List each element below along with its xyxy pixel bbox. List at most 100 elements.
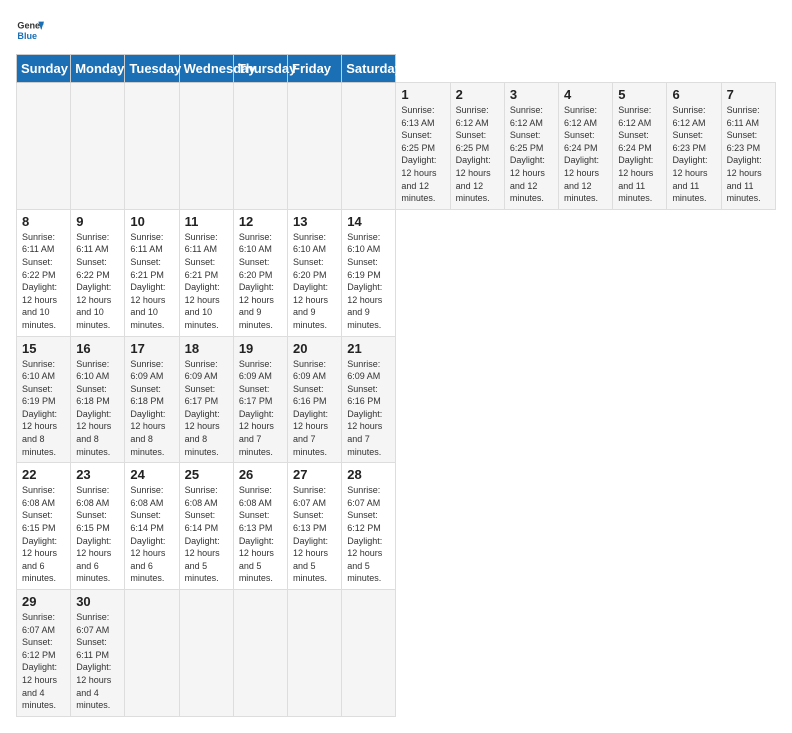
calendar-row-week-1: 1Sunrise: 6:13 AMSunset: 6:25 PMDaylight… — [17, 83, 776, 210]
day-cell-29: 29 Sunrise: 6:07 AMSunset: 6:12 PMDayligh… — [17, 590, 71, 717]
empty-cell — [179, 83, 233, 210]
day-cell-11: 11 Sunrise: 6:11 AMSunset: 6:21 PMDayligh… — [179, 209, 233, 336]
day-info: Sunrise: 6:08 AMSunset: 6:15 PMDaylight:… — [22, 484, 65, 585]
day-info: Sunrise: 6:10 AMSunset: 6:19 PMDaylight:… — [22, 358, 65, 459]
empty-cell — [342, 83, 396, 210]
day-info: Sunrise: 6:10 AMSunset: 6:20 PMDaylight:… — [239, 231, 282, 332]
day-info: Sunrise: 6:11 AMSunset: 6:21 PMDaylight:… — [130, 231, 173, 332]
day-info: Sunrise: 6:09 AMSunset: 6:16 PMDaylight:… — [347, 358, 390, 459]
day-info: Sunrise: 6:09 AMSunset: 6:17 PMDaylight:… — [239, 358, 282, 459]
day-number: 28 — [347, 467, 390, 482]
day-header-saturday: Saturday — [342, 55, 396, 83]
day-info: Sunrise: 6:11 AMSunset: 6:23 PMDaylight:… — [727, 104, 770, 205]
day-cell-4: 4 Sunrise: 6:12 AMSunset: 6:24 PMDaylight… — [559, 83, 613, 210]
logo: General Blue — [16, 16, 44, 44]
empty-cell — [125, 83, 179, 210]
day-cell-8: 8Sunrise: 6:11 AMSunset: 6:22 PMDaylight… — [17, 209, 71, 336]
empty-cell — [233, 83, 287, 210]
empty-cell — [288, 590, 342, 717]
day-number: 4 — [564, 87, 607, 102]
day-cell-17: 17 Sunrise: 6:09 AMSunset: 6:18 PMDayligh… — [125, 336, 179, 463]
day-info: Sunrise: 6:07 AMSunset: 6:12 PMDaylight:… — [22, 611, 65, 712]
day-cell-23: 23Sunrise: 6:08 AMSunset: 6:15 PMDayligh… — [71, 463, 125, 590]
day-number: 21 — [347, 341, 390, 356]
day-number: 26 — [239, 467, 282, 482]
day-cell-5: 5Sunrise: 6:12 AMSunset: 6:24 PMDaylight… — [613, 83, 667, 210]
calendar-row-week-5: 29 Sunrise: 6:07 AMSunset: 6:12 PMDayligh… — [17, 590, 776, 717]
empty-cell — [179, 590, 233, 717]
day-cell-14: 14 Sunrise: 6:10 AMSunset: 6:19 PMDayligh… — [342, 209, 396, 336]
day-info: Sunrise: 6:10 AMSunset: 6:18 PMDaylight:… — [76, 358, 119, 459]
day-cell-3: 3 Sunrise: 6:12 AMSunset: 6:25 PMDaylight… — [504, 83, 558, 210]
day-number: 20 — [293, 341, 336, 356]
day-info: Sunrise: 6:07 AMSunset: 6:11 PMDaylight:… — [76, 611, 119, 712]
day-cell-28: 28 Sunrise: 6:07 AMSunset: 6:12 PMDayligh… — [342, 463, 396, 590]
day-number: 2 — [456, 87, 499, 102]
day-info: Sunrise: 6:12 AMSunset: 6:23 PMDaylight:… — [672, 104, 715, 205]
day-info: Sunrise: 6:09 AMSunset: 6:16 PMDaylight:… — [293, 358, 336, 459]
logo-icon: General Blue — [16, 16, 44, 44]
day-number: 13 — [293, 214, 336, 229]
day-number: 7 — [727, 87, 770, 102]
day-cell-13: 13 Sunrise: 6:10 AMSunset: 6:20 PMDayligh… — [288, 209, 342, 336]
day-info: Sunrise: 6:08 AMSunset: 6:14 PMDaylight:… — [185, 484, 228, 585]
day-number: 18 — [185, 341, 228, 356]
day-info: Sunrise: 6:09 AMSunset: 6:18 PMDaylight:… — [130, 358, 173, 459]
day-number: 30 — [76, 594, 119, 609]
day-number: 10 — [130, 214, 173, 229]
calendar-row-week-4: 22 Sunrise: 6:08 AMSunset: 6:15 PMDayligh… — [17, 463, 776, 590]
day-cell-12: 12 Sunrise: 6:10 AMSunset: 6:20 PMDayligh… — [233, 209, 287, 336]
day-cell-30: 30 Sunrise: 6:07 AMSunset: 6:11 PMDayligh… — [71, 590, 125, 717]
day-info: Sunrise: 6:08 AMSunset: 6:14 PMDaylight:… — [130, 484, 173, 585]
day-header-wednesday: Wednesday — [179, 55, 233, 83]
day-number: 19 — [239, 341, 282, 356]
empty-cell — [17, 83, 71, 210]
day-cell-21: 21 Sunrise: 6:09 AMSunset: 6:16 PMDayligh… — [342, 336, 396, 463]
day-cell-2: 2 Sunrise: 6:12 AMSunset: 6:25 PMDaylight… — [450, 83, 504, 210]
day-number: 27 — [293, 467, 336, 482]
day-cell-19: 19 Sunrise: 6:09 AMSunset: 6:17 PMDayligh… — [233, 336, 287, 463]
day-number: 29 — [22, 594, 65, 609]
day-info: Sunrise: 6:09 AMSunset: 6:17 PMDaylight:… — [185, 358, 228, 459]
day-header-friday: Friday — [288, 55, 342, 83]
day-info: Sunrise: 6:12 AMSunset: 6:24 PMDaylight:… — [564, 104, 607, 205]
day-cell-22: 22 Sunrise: 6:08 AMSunset: 6:15 PMDayligh… — [17, 463, 71, 590]
calendar-row-week-2: 8 Sunrise: 6:11 AMSunset: 6:22 PMDaylight… — [17, 209, 776, 336]
day-info: Sunrise: 6:12 AMSunset: 6:25 PMDaylight:… — [456, 104, 499, 205]
day-number: 12 — [239, 214, 282, 229]
day-number: 14 — [347, 214, 390, 229]
day-info: Sunrise: 6:13 AMSunset: 6:25 PMDaylight:… — [401, 104, 444, 205]
day-number: 8 — [22, 214, 65, 229]
calendar-table: SundayMondayTuesdayWednesdayThursdayFrid… — [16, 54, 776, 717]
day-number: 24 — [130, 467, 173, 482]
day-header-sunday: Sunday — [17, 55, 71, 83]
day-info: Sunrise: 6:07 AMSunset: 6:12 PMDaylight:… — [347, 484, 390, 585]
day-number: 11 — [185, 214, 228, 229]
empty-cell — [288, 83, 342, 210]
day-info: Sunrise: 6:07 AMSunset: 6:13 PMDaylight:… — [293, 484, 336, 585]
empty-cell — [233, 590, 287, 717]
day-cell-25: 25 Sunrise: 6:08 AMSunset: 6:14 PMDayligh… — [179, 463, 233, 590]
empty-cell — [71, 83, 125, 210]
day-number: 16 — [76, 341, 119, 356]
day-cell-16: 16 Sunrise: 6:10 AMSunset: 6:18 PMDayligh… — [71, 336, 125, 463]
day-cell-6: 6Sunrise: 6:12 AMSunset: 6:23 PMDaylight… — [667, 83, 721, 210]
day-info: Sunrise: 6:08 AMSunset: 6:15 PMDaylight:… — [76, 484, 119, 585]
page-header: General Blue — [16, 16, 776, 44]
day-number: 17 — [130, 341, 173, 356]
day-cell-7: 7 Sunrise: 6:11 AMSunset: 6:23 PMDaylight… — [721, 83, 775, 210]
empty-cell — [342, 590, 396, 717]
day-info: Sunrise: 6:12 AMSunset: 6:25 PMDaylight:… — [510, 104, 553, 205]
day-info: Sunrise: 6:11 AMSunset: 6:22 PMDaylight:… — [76, 231, 119, 332]
day-number: 3 — [510, 87, 553, 102]
day-info: Sunrise: 6:11 AMSunset: 6:21 PMDaylight:… — [185, 231, 228, 332]
day-info: Sunrise: 6:10 AMSunset: 6:20 PMDaylight:… — [293, 231, 336, 332]
day-cell-10: 10 Sunrise: 6:11 AMSunset: 6:21 PMDayligh… — [125, 209, 179, 336]
day-header-monday: Monday — [71, 55, 125, 83]
day-info: Sunrise: 6:10 AMSunset: 6:19 PMDaylight:… — [347, 231, 390, 332]
day-info: Sunrise: 6:08 AMSunset: 6:13 PMDaylight:… — [239, 484, 282, 585]
day-cell-26: 26 Sunrise: 6:08 AMSunset: 6:13 PMDayligh… — [233, 463, 287, 590]
day-number: 25 — [185, 467, 228, 482]
day-number: 22 — [22, 467, 65, 482]
day-number: 15 — [22, 341, 65, 356]
